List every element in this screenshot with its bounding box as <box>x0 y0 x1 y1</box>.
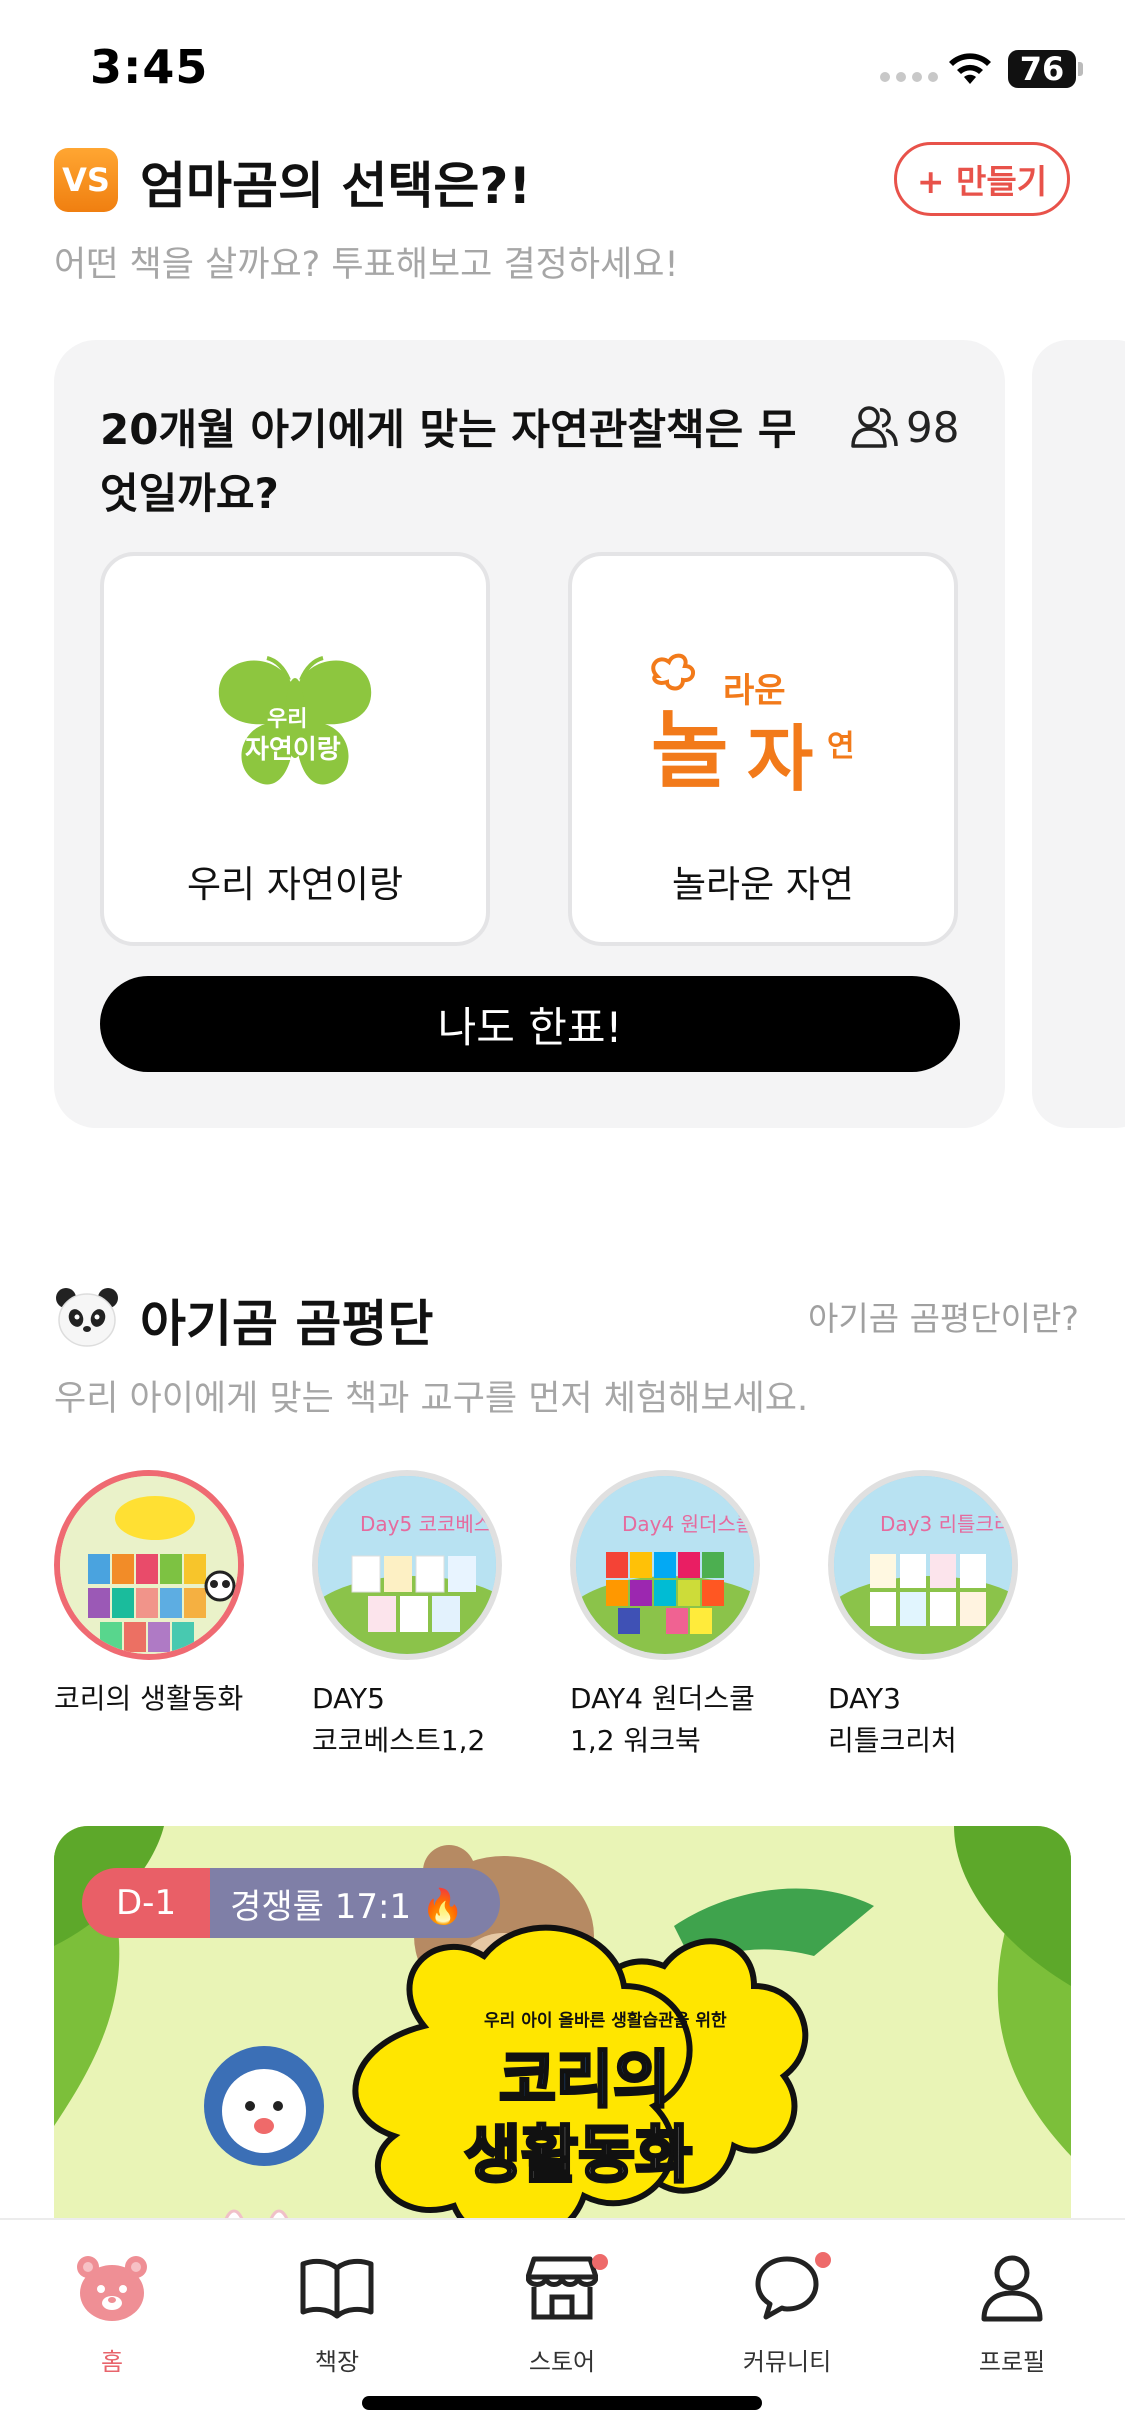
tab-home[interactable]: 홈 <box>32 2248 192 2377</box>
story-item[interactable]: Day4 원더스쿨 DAY4 원더스쿨 1,2 워크북 <box>570 1470 770 1762</box>
svg-text:자: 자 <box>747 717 813 801</box>
svg-text:놀: 놀 <box>651 702 728 800</box>
story-thumbnail: Day4 원더스쿨 <box>570 1470 760 1660</box>
story-item[interactable]: Day3 리틀크리처 DAY3 리틀크리처 <box>828 1470 1028 1762</box>
reviewer-section-subtitle: 우리 아이에게 맞는 책과 교구를 먼저 체험해보세요. <box>54 1379 809 1419</box>
story-label: DAY4 원더스쿨 1,2 워크북 <box>570 1682 755 1757</box>
vs-badge-icon: VS <box>54 148 118 212</box>
vote-question: 20개월 아기에게 맞는 자연관찰책은 무엇일까요? <box>100 405 797 518</box>
svg-text:코리의: 코리의 <box>499 2043 670 2116</box>
vote-option-label: 우리 자연이랑 <box>186 863 403 906</box>
battery-icon: 76 <box>1008 50 1076 88</box>
store-notification-dot <box>592 2254 608 2270</box>
story-label: DAY5 코코베스트1,2 <box>312 1682 486 1757</box>
svg-text:라운: 라운 <box>723 671 786 711</box>
svg-text:연: 연 <box>827 729 855 764</box>
book-icon <box>300 2258 374 2319</box>
story-label: 코리의 생활동화 <box>54 1682 244 1715</box>
vote-option-2[interactable]: 라운 놀 자 연 놀라운 자연 <box>568 552 958 946</box>
vote-card: 20개월 아기에게 맞는 자연관찰책은 무엇일까요? 98 우리 자연이랑 우리… <box>54 340 1005 1128</box>
vote-option-label: 놀라운 자연 <box>672 863 854 906</box>
tab-profile[interactable]: 프로필 <box>932 2248 1092 2377</box>
community-notification-dot <box>815 2252 831 2268</box>
surprising-nature-logo: 라운 놀 자 연 <box>572 646 954 806</box>
svg-text:생활동화: 생활동화 <box>464 2118 692 2191</box>
cellular-signal-icon <box>880 72 938 82</box>
butterfly-logo: 우리 자연이랑 <box>104 646 486 806</box>
tab-label: 커뮤니티 <box>742 2348 832 2376</box>
banner-badges: D-1 경쟁률 17:1 🔥 <box>82 1868 501 1938</box>
battery-nub <box>1078 62 1083 76</box>
reviewer-section-title: 아기곰 곰평단 <box>140 1295 434 1353</box>
participants-number: 98 <box>906 402 960 452</box>
competition-rate-badge: 경쟁률 17:1 🔥 <box>192 1868 501 1938</box>
people-icon <box>851 406 898 448</box>
tab-store[interactable]: 스토어 <box>482 2248 642 2377</box>
status-bar: 3:45 76 <box>0 0 1125 135</box>
reviewer-info-link[interactable]: 아기곰 곰평단이란? <box>808 1292 1079 1340</box>
story-item[interactable]: 코리의 생활동화 <box>54 1470 254 1720</box>
story-thumbnail <box>54 1470 244 1660</box>
svg-text:우리: 우리 <box>267 707 307 732</box>
svg-text:Day4 원더스쿨: Day4 원더스쿨 <box>622 1512 754 1536</box>
next-vote-card[interactable] <box>1032 340 1125 1128</box>
tab-community[interactable]: 커뮤니티 <box>707 2248 867 2377</box>
svg-text:Day3 리틀크리처: Day3 리틀크리처 <box>880 1512 1018 1536</box>
chat-bubble-icon <box>755 2256 819 2320</box>
vote-section-subtitle: 어떤 책을 살까요? 투표해보고 결정하세요! <box>54 245 679 285</box>
bear-home-icon <box>77 2256 147 2321</box>
person-icon <box>981 2255 1043 2322</box>
story-label: DAY3 리틀크리처 <box>828 1682 957 1757</box>
panda-icon <box>56 1288 118 1347</box>
store-icon <box>526 2256 598 2320</box>
vote-section-title: 엄마곰의 선택은?! <box>140 157 532 215</box>
story-item[interactable]: Day5 코코베스트 DAY5 코코베스트1,2 <box>312 1470 512 1762</box>
tab-label: 스토어 <box>528 2348 596 2376</box>
status-time: 3:45 <box>90 40 209 94</box>
vote-option-1[interactable]: 우리 자연이랑 우리 자연이랑 <box>100 552 490 946</box>
create-vote-button[interactable]: + 만들기 <box>894 142 1070 216</box>
svg-text:우리 아이 올바른 생활습관을 위한: 우리 아이 올바른 생활습관을 위한 <box>484 2010 727 2031</box>
tab-bookshelf[interactable]: 책장 <box>257 2248 417 2377</box>
vote-submit-button[interactable]: 나도 한표! <box>100 976 960 1072</box>
tab-label: 책장 <box>314 2348 360 2376</box>
tab-label: 프로필 <box>978 2348 1046 2376</box>
home-indicator <box>362 2396 762 2410</box>
svg-text:Day5 코코베스트: Day5 코코베스트 <box>360 1512 502 1536</box>
story-thumbnail: Day5 코코베스트 <box>312 1470 502 1660</box>
tab-label: 홈 <box>100 2348 124 2376</box>
wifi-icon <box>949 53 991 84</box>
svg-text:자연이랑: 자연이랑 <box>245 735 341 765</box>
deadline-badge: D-1 <box>82 1868 211 1938</box>
story-thumbnail: Day3 리틀크리처 <box>828 1470 1018 1660</box>
participants-count: 98 <box>850 402 959 452</box>
